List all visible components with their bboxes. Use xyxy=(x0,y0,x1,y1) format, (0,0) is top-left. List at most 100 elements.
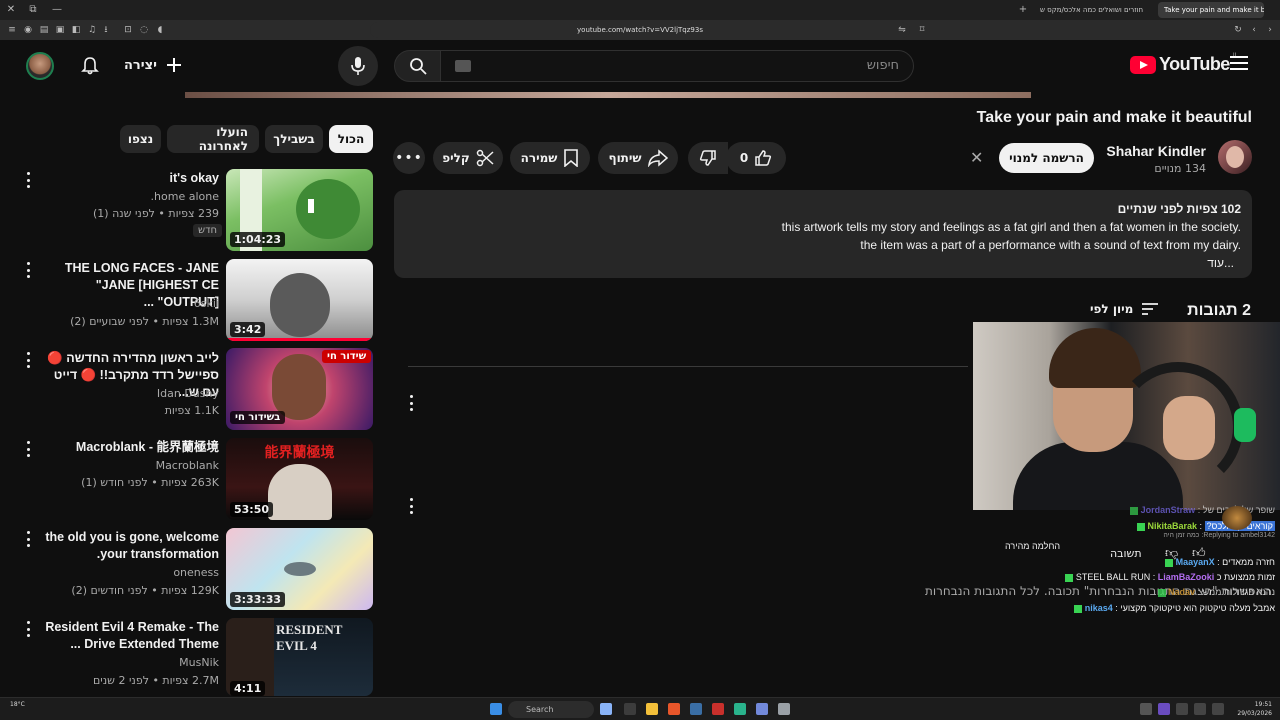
save-button[interactable]: שמירה xyxy=(510,142,590,174)
bookmark-icon[interactable]: ⌑ xyxy=(916,24,928,36)
sort-button[interactable]: מיון לפי xyxy=(1090,302,1159,316)
sort-label: מיון לפי xyxy=(1090,302,1134,316)
youtube-logo[interactable]: YouTube IL xyxy=(1130,52,1238,75)
youtube-play-icon xyxy=(1130,55,1156,74)
video-title-link[interactable]: Macroblank - 能界蘭極境 xyxy=(44,439,219,456)
wifi-icon[interactable] xyxy=(1194,703,1206,715)
channel-name[interactable]: home alone. xyxy=(151,190,219,203)
notifications-bell-icon[interactable] xyxy=(70,46,110,86)
widgets-icon[interactable] xyxy=(624,703,636,715)
video-title-link[interactable]: the old you is gone, welcome your transf… xyxy=(44,529,219,563)
description-line-2: the item was a part of a performance wit… xyxy=(860,238,1241,252)
video-player-edge[interactable] xyxy=(185,92,1031,98)
screenshot-icon[interactable]: ⊡ xyxy=(122,24,134,36)
like-button[interactable]: 0 xyxy=(726,142,786,174)
keyboard-icon[interactable] xyxy=(455,60,471,72)
start-icon[interactable] xyxy=(490,703,502,715)
chat-line: אמבל מעלה טיקטוק הוא טיקטוקר מקצועי : ni… xyxy=(1071,603,1275,613)
video-menu-icon[interactable] xyxy=(26,352,30,368)
subscriber-count: 134 מנויים xyxy=(1154,162,1206,175)
channel-name[interactable]: 6skii xyxy=(194,297,219,310)
clip-button[interactable]: קליפ xyxy=(433,142,503,174)
reply-button[interactable]: תשובה xyxy=(1110,547,1142,560)
settings-icon[interactable] xyxy=(778,703,790,715)
chip-for-you[interactable]: בשבילך xyxy=(265,125,323,153)
tab-other[interactable]: חוזרים ושואלים כמה אלכס/מקס ש xyxy=(1034,2,1154,18)
reload-icon[interactable]: ↻ xyxy=(1232,24,1244,36)
chat-line: זמות ממצועת כ STEEL BALL RUN : LiamBaZoo… xyxy=(1062,572,1275,582)
discord-icon[interactable] xyxy=(756,703,768,715)
video-title-link[interactable]: Resident Evil 4 Remake - The Drive Exten… xyxy=(44,619,219,653)
hamburger-menu-icon[interactable] xyxy=(1230,56,1248,70)
video-menu-icon[interactable] xyxy=(26,262,30,278)
description-box[interactable]: 102 צפיות לפני שנתיים this artwork tells… xyxy=(394,190,1252,278)
video-meta: 1.1K צפיות xyxy=(164,404,219,417)
video-title-link[interactable]: THE LONG FACES - JANE "JANE [HIGHEST CE … xyxy=(44,260,219,311)
new-tab-icon[interactable]: + xyxy=(1016,3,1030,17)
search-input[interactable]: חיפוש xyxy=(440,50,914,82)
sidebar-icon[interactable]: ◧ xyxy=(70,24,82,36)
menu-icon[interactable]: ≡ xyxy=(6,24,18,36)
shield-icon[interactable]: ◉ xyxy=(22,24,34,36)
minimize-icon[interactable]: — xyxy=(50,3,64,17)
chip-watched[interactable]: נצפו xyxy=(120,125,161,153)
browser-toolbar: ≡ ◉ ▤ ▣ ◧ ♫ ⭳ ⊡ ◌ ◖ ▲ ◆ ↺ ⊙ ▭ youtube.co… xyxy=(0,20,1280,40)
channel-name[interactable]: Shahar Kindler xyxy=(1106,143,1206,159)
video-menu-icon[interactable] xyxy=(26,172,30,188)
create-button[interactable]: יצירה xyxy=(124,48,184,82)
dislike-button[interactable] xyxy=(688,142,728,174)
close-window-icon[interactable]: ✕ xyxy=(4,3,18,17)
brave-browser-icon[interactable] xyxy=(668,703,680,715)
chip-recently-uploaded[interactable]: הועלו לאחרונה xyxy=(167,125,259,153)
url-field[interactable]: youtube.com/watch?v=VV2ljTqz93s xyxy=(370,22,910,38)
translate-icon[interactable]: ⇋ xyxy=(896,24,908,36)
app-icon[interactable] xyxy=(712,703,724,715)
channel-name[interactable]: Idan Dushy xyxy=(157,387,219,400)
channel-name[interactable]: MusNik xyxy=(179,656,219,669)
system-clock[interactable]: 19:51 29/03/2026 xyxy=(1236,700,1272,718)
comment-menu-icon[interactable] xyxy=(409,395,413,411)
task-view-icon[interactable] xyxy=(600,703,612,715)
share-button[interactable]: שיתוף xyxy=(598,142,678,174)
restore-icon[interactable]: ⧉ xyxy=(26,3,40,17)
tray-icon[interactable] xyxy=(1140,703,1152,715)
volume-icon[interactable] xyxy=(1212,703,1224,715)
app-icon[interactable] xyxy=(734,703,746,715)
tabs-icon[interactable]: ▤ xyxy=(38,24,50,36)
close-icon[interactable]: ✕ xyxy=(970,148,983,167)
account-avatar[interactable] xyxy=(20,46,60,86)
forward-nav-icon[interactable]: › xyxy=(1264,24,1276,36)
more-actions-button[interactable]: ••• xyxy=(393,142,425,174)
chat-icon[interactable]: ◌ xyxy=(138,24,150,36)
video-duration: 1:04:23 xyxy=(230,232,286,247)
channel-name[interactable]: Macroblank xyxy=(156,459,219,472)
file-explorer-icon[interactable] xyxy=(646,703,658,715)
back-nav-icon[interactable]: ‹ xyxy=(1248,24,1260,36)
show-more-link[interactable]: ...עוד xyxy=(405,254,1241,272)
subscribe-button[interactable]: הרשמה למנוי xyxy=(999,143,1094,173)
video-duration: 53:50 xyxy=(230,502,274,517)
voice-search-mic-icon[interactable] xyxy=(338,46,378,86)
video-menu-icon[interactable] xyxy=(26,441,30,457)
channel-name[interactable]: oneness xyxy=(173,566,219,579)
tray-icon[interactable] xyxy=(1176,703,1188,715)
video-menu-icon[interactable] xyxy=(26,621,30,637)
audio-icon[interactable]: ◖ xyxy=(154,24,166,36)
download-icon[interactable]: ⭳ xyxy=(100,24,112,36)
new-badge: חדש xyxy=(193,224,223,237)
tray-icon[interactable] xyxy=(1158,703,1170,715)
weather-widget[interactable]: 18°C xyxy=(10,700,25,709)
tab-active[interactable]: Take your pain and make it beau xyxy=(1158,2,1264,18)
chip-all[interactable]: הכול xyxy=(329,125,373,153)
comment-menu-icon[interactable] xyxy=(409,498,413,514)
video-menu-icon[interactable] xyxy=(26,531,30,547)
video-meta: 239 צפיות • לפני שנה (1) xyxy=(92,207,219,220)
steam-icon[interactable] xyxy=(690,703,702,715)
window-icon[interactable]: ▣ xyxy=(54,24,66,36)
comment-input-underline[interactable] xyxy=(408,366,968,367)
channel-avatar[interactable] xyxy=(1218,140,1252,174)
music-icon[interactable]: ♫ xyxy=(86,24,98,36)
search-button[interactable] xyxy=(394,50,442,82)
video-title-link[interactable]: it's okay xyxy=(44,170,219,187)
taskbar-search[interactable]: Search xyxy=(508,701,594,718)
